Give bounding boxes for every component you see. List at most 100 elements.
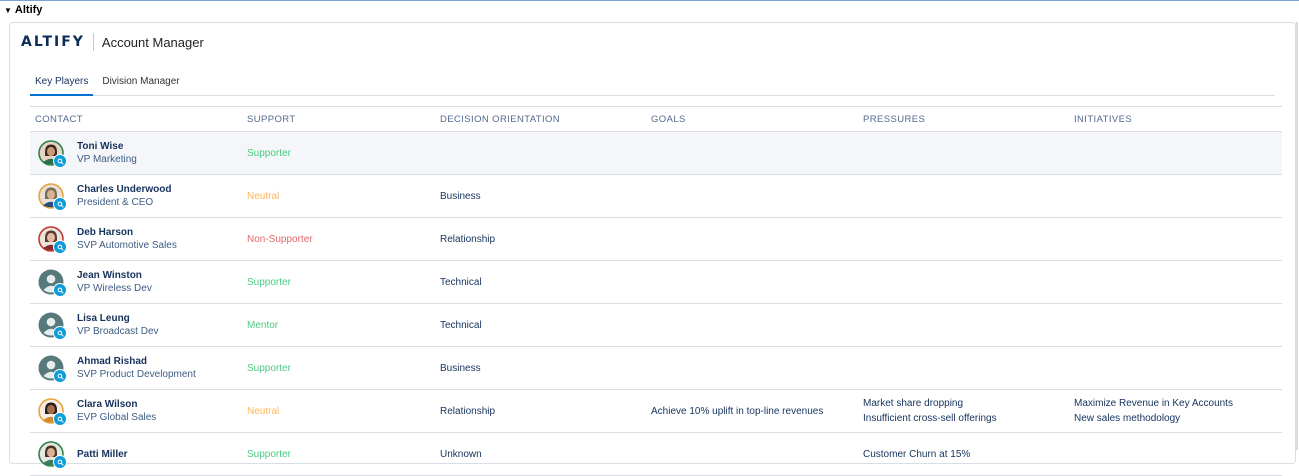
col-header-initiatives[interactable]: INITIATIVES	[1069, 106, 1282, 132]
contact-title: SVP Automotive Sales	[77, 240, 177, 251]
decision-orientation-cell: Unknown	[435, 432, 646, 476]
key-players-table: CONTACT SUPPORT DECISION ORIENTATION GOA…	[30, 106, 1282, 476]
goals-cell	[646, 260, 858, 304]
support-status: Supporter	[247, 448, 291, 460]
contact-name[interactable]: Clara Wilson	[77, 398, 156, 411]
contact-name[interactable]: Patti Miller	[77, 448, 128, 461]
table-body: Toni Wise VP Marketing Supporter Charles Un…	[30, 131, 1282, 476]
initiatives-cell	[1069, 174, 1282, 218]
table-row[interactable]: Ahmad Rishad SVP Product Development Suppo…	[30, 346, 1282, 390]
contact-title: President & CEO	[77, 197, 154, 208]
support-status: Supporter	[247, 147, 291, 159]
decision-orientation-cell: Business	[435, 174, 646, 218]
table-row[interactable]: Jean Winston VP Wireless Dev Supporter Tech…	[30, 260, 1282, 304]
avatar[interactable]	[38, 355, 67, 383]
contact-name[interactable]: Toni Wise	[77, 140, 137, 153]
table-row[interactable]: Lisa Leung VP Broadcast Dev Mentor Technica…	[30, 303, 1282, 347]
initiatives-cell	[1069, 131, 1282, 175]
initiatives-cell	[1069, 346, 1282, 390]
pressures-cell	[858, 131, 1069, 175]
pressures-cell	[858, 346, 1069, 390]
initiatives-cell	[1069, 260, 1282, 304]
account-manager-card: ALTIFY Account Manager Key Players Divis…	[9, 22, 1296, 476]
contact-name[interactable]: Charles Underwood	[77, 183, 171, 196]
search-badge-icon[interactable]	[53, 283, 67, 297]
search-badge-icon[interactable]	[53, 197, 67, 211]
contact-name[interactable]: Lisa Leung	[77, 312, 159, 325]
decision-orientation-cell	[435, 131, 646, 175]
pressures-cell	[858, 174, 1069, 218]
contact-name[interactable]: Deb Harson	[77, 226, 177, 239]
pressures-cell	[858, 303, 1069, 347]
contact-cell: Toni Wise VP Marketing	[30, 131, 242, 175]
search-badge-icon[interactable]	[53, 455, 67, 469]
col-header-contact[interactable]: CONTACT	[30, 106, 242, 132]
pressure-item: Market share dropping	[863, 398, 964, 409]
contact-name[interactable]: Ahmad Rishad	[77, 355, 196, 368]
col-header-decision-orientation[interactable]: DECISION ORIENTATION	[435, 106, 646, 132]
goals-cell	[646, 174, 858, 218]
decision-orientation-cell: Technical	[435, 303, 646, 347]
support-status: Non-Supporter	[247, 233, 313, 245]
tab-key-players[interactable]: Key Players	[30, 67, 94, 96]
support-status: Neutral	[247, 190, 280, 202]
support-cell: Neutral	[242, 389, 435, 433]
support-status: Supporter	[247, 276, 291, 288]
initiatives-cell	[1069, 432, 1282, 476]
support-cell: Mentor	[242, 303, 435, 347]
avatar[interactable]	[38, 140, 67, 168]
contact-cell: Patti Miller	[30, 432, 242, 476]
table-row[interactable]: Patti Miller Supporter Unknown Customer Chu…	[30, 432, 1282, 476]
search-badge-icon[interactable]	[53, 369, 67, 383]
initiative-item: New sales methodology	[1074, 413, 1181, 424]
avatar[interactable]	[38, 183, 67, 211]
support-cell: Supporter	[242, 432, 435, 476]
support-cell: Supporter	[242, 131, 435, 175]
contact-name[interactable]: Jean Winston	[77, 269, 152, 282]
contact-cell: Lisa Leung VP Broadcast Dev	[30, 303, 242, 347]
avatar[interactable]	[38, 269, 67, 297]
contact-cell: Clara Wilson EVP Global Sales	[30, 389, 242, 433]
avatar[interactable]	[38, 226, 67, 254]
support-cell: Supporter	[242, 346, 435, 390]
table-row[interactable]: Toni Wise VP Marketing Supporter	[30, 131, 1282, 175]
initiatives-cell	[1069, 303, 1282, 347]
contact-title: VP Wireless Dev	[77, 283, 152, 294]
goals-cell	[646, 303, 858, 347]
support-cell: Neutral	[242, 174, 435, 218]
pressure-item: Customer Churn at 15%	[863, 448, 971, 460]
support-status: Mentor	[247, 319, 279, 331]
goals-cell: Achieve 10% uplift in top-line revenues	[646, 389, 858, 433]
table-row[interactable]: Clara Wilson EVP Global Sales Neutral Relat…	[30, 389, 1282, 433]
search-badge-icon[interactable]	[53, 412, 67, 426]
pressures-cell: Market share dropping Insufficient cross-…	[858, 389, 1069, 433]
scrollbar[interactable]	[1296, 22, 1298, 450]
app-title: Account Manager	[101, 34, 204, 50]
col-header-goals[interactable]: GOALS	[646, 106, 858, 132]
goals-cell	[646, 217, 858, 261]
decision-orientation-cell: Relationship	[435, 389, 646, 433]
table-row[interactable]: Charles Underwood President & CEO Neutral B…	[30, 174, 1282, 218]
col-header-pressures[interactable]: PRESSURES	[858, 106, 1069, 132]
table-row[interactable]: Deb Harson SVP Automotive Sales Non-Suppor…	[30, 217, 1282, 261]
search-badge-icon[interactable]	[53, 154, 67, 168]
pressures-cell	[858, 217, 1069, 261]
decision-orientation-cell: Business	[435, 346, 646, 390]
decision-orientation-cell: Technical	[435, 260, 646, 304]
support-cell: Non-Supporter	[242, 217, 435, 261]
avatar[interactable]	[38, 441, 67, 469]
contact-cell: Deb Harson SVP Automotive Sales	[30, 217, 242, 261]
col-header-support[interactable]: SUPPORT	[242, 106, 435, 132]
search-badge-icon[interactable]	[53, 326, 67, 340]
altify-logo: ALTIFY	[21, 33, 94, 51]
pressures-cell	[858, 260, 1069, 304]
search-badge-icon[interactable]	[53, 240, 67, 254]
support-status: Supporter	[247, 362, 291, 374]
initiative-item: Maximize Revenue in Key Accounts	[1074, 398, 1233, 409]
brand-header: ALTIFY Account Manager	[21, 32, 204, 52]
tab-division-manager[interactable]: Division Manager	[97, 67, 184, 95]
avatar[interactable]	[38, 398, 67, 426]
section-toggle[interactable]: ▼ Altify	[4, 3, 42, 17]
pressure-item: Insufficient cross-sell offerings	[863, 413, 997, 424]
avatar[interactable]	[38, 312, 67, 340]
